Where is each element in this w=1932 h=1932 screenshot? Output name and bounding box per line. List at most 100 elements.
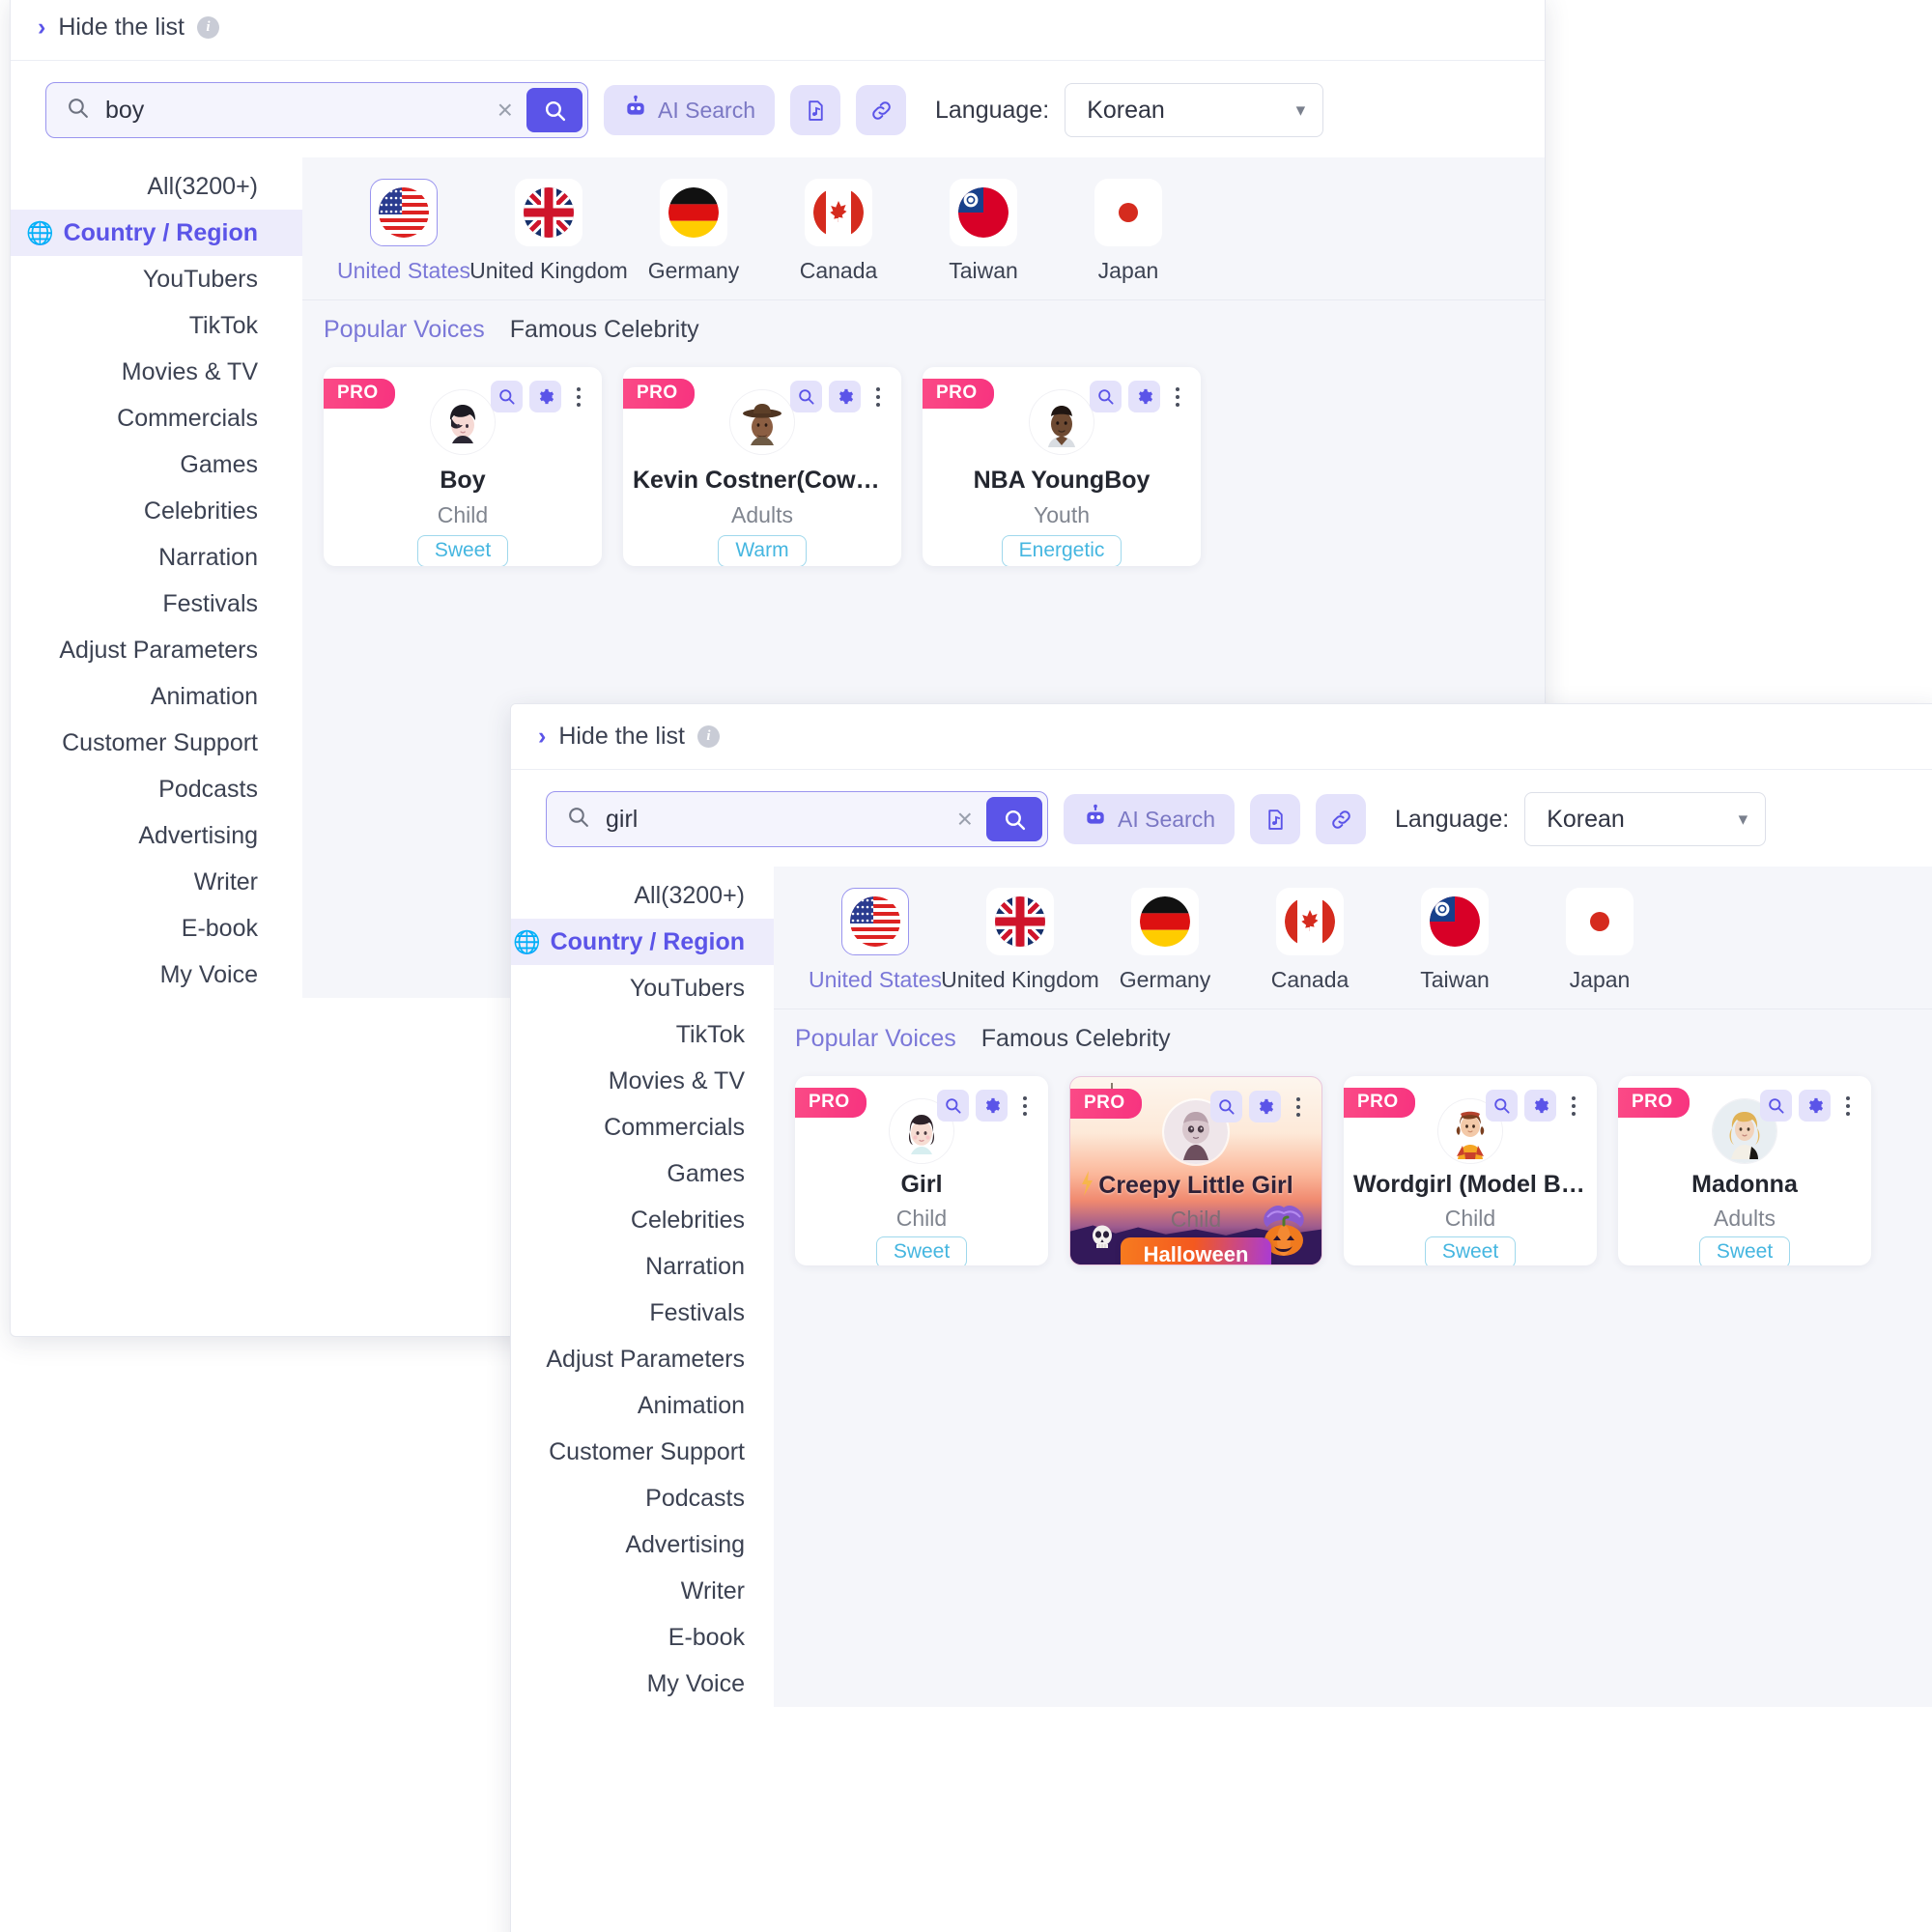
sidebar-item-games[interactable]: Games: [511, 1151, 774, 1197]
sidebar-item-movies-tv[interactable]: Movies & TV: [11, 349, 302, 395]
tab-famous-celebrity[interactable]: Famous Celebrity: [981, 1025, 1171, 1053]
sidebar-item-commercials[interactable]: Commercials: [511, 1104, 774, 1151]
voice-card[interactable]: PRO Boy Child Sweet: [324, 367, 602, 566]
sidebar-item-country-region[interactable]: 🌐 Country / Region: [511, 919, 774, 965]
country-option-united-kingdom[interactable]: United Kingdom: [469, 179, 628, 284]
country-option-germany[interactable]: Germany: [1093, 888, 1237, 993]
tab-popular-voices[interactable]: Popular Voices: [324, 316, 485, 344]
info-icon[interactable]: i: [696, 725, 720, 748]
preview-search-icon[interactable]: [1760, 1090, 1792, 1122]
sidebar-item-country-region[interactable]: 🌐 Country / Region: [11, 210, 302, 256]
link-icon[interactable]: [856, 85, 906, 135]
more-options-icon[interactable]: [1563, 1090, 1584, 1122]
link-icon[interactable]: [1316, 794, 1366, 844]
sidebar-item-podcasts[interactable]: Podcasts: [11, 766, 302, 812]
country-option-united-states[interactable]: United States: [803, 888, 948, 993]
gear-icon[interactable]: [1799, 1090, 1831, 1122]
search-submit-button[interactable]: [526, 88, 582, 132]
sidebar-item-customer-support[interactable]: Customer Support: [11, 720, 302, 766]
sidebar-item-commercials[interactable]: Commercials: [11, 395, 302, 441]
music-file-icon[interactable]: [1250, 794, 1300, 844]
ai-search-button[interactable]: AI Search: [604, 85, 775, 135]
sidebar-item-festivals[interactable]: Festivals: [511, 1290, 774, 1336]
clear-icon[interactable]: ×: [497, 97, 513, 124]
music-file-icon[interactable]: [790, 85, 840, 135]
voice-card[interactable]: PRO Girl Child Sweet: [795, 1076, 1048, 1265]
preview-search-icon[interactable]: [937, 1090, 969, 1122]
preview-search-icon[interactable]: [790, 381, 822, 412]
voice-card[interactable]: PRO Madonna Adults Sweet: [1618, 1076, 1871, 1265]
info-icon[interactable]: i: [196, 16, 219, 39]
country-option-canada[interactable]: Canada: [1237, 888, 1382, 993]
search-box[interactable]: ×: [45, 82, 588, 138]
sidebar-item-celebrities[interactable]: Celebrities: [11, 488, 302, 534]
gear-icon[interactable]: [529, 381, 561, 412]
sidebar-item-e-book[interactable]: E-book: [511, 1614, 774, 1661]
country-option-united-states[interactable]: United States: [331, 179, 476, 284]
country-option-japan[interactable]: Japan: [1527, 888, 1672, 993]
more-options-icon[interactable]: [1167, 381, 1188, 412]
sidebar-item-celebrities[interactable]: Celebrities: [511, 1197, 774, 1243]
sidebar-item-my-voice[interactable]: My Voice: [11, 952, 302, 998]
sidebar-item-e-book[interactable]: E-book: [11, 905, 302, 952]
search-input[interactable]: [606, 805, 957, 834]
voice-card[interactable]: PRO Kevin Costner(Cowbo… Adults Warm: [623, 367, 901, 566]
more-options-icon[interactable]: [1288, 1091, 1309, 1122]
tab-popular-voices[interactable]: Popular Voices: [795, 1025, 956, 1053]
country-option-taiwan[interactable]: Taiwan: [911, 179, 1056, 284]
search-box[interactable]: ×: [546, 791, 1048, 847]
clear-icon[interactable]: ×: [957, 806, 973, 833]
voice-card[interactable]: PRO Creepy Little Girl Child Halloween: [1069, 1076, 1322, 1265]
country-option-germany[interactable]: Germany: [621, 179, 766, 284]
preview-search-icon[interactable]: [1090, 381, 1122, 412]
more-options-icon[interactable]: [568, 381, 589, 412]
sidebar-item-tiktok[interactable]: TikTok: [11, 302, 302, 349]
sidebar-item-advertising[interactable]: Advertising: [511, 1521, 774, 1568]
more-options-icon[interactable]: [1837, 1090, 1859, 1122]
sidebar-item-narration[interactable]: Narration: [11, 534, 302, 581]
sidebar-item-all-3200[interactable]: All(3200+): [511, 872, 774, 919]
gear-icon[interactable]: [1524, 1090, 1556, 1122]
language-select[interactable]: Korean ▾: [1065, 83, 1324, 137]
preview-search-icon[interactable]: [1486, 1090, 1518, 1122]
voice-card[interactable]: PRO NBA YoungBoy Youth Energetic: [923, 367, 1201, 566]
more-options-icon[interactable]: [867, 381, 889, 412]
sidebar-item-tiktok[interactable]: TikTok: [511, 1011, 774, 1058]
country-option-japan[interactable]: Japan: [1056, 179, 1201, 284]
gear-icon[interactable]: [976, 1090, 1008, 1122]
ai-search-button[interactable]: AI Search: [1064, 794, 1235, 844]
sidebar-item-movies-tv[interactable]: Movies & TV: [511, 1058, 774, 1104]
country-option-united-kingdom[interactable]: United Kingdom: [941, 888, 1099, 993]
sidebar-item-games[interactable]: Games: [11, 441, 302, 488]
gear-icon[interactable]: [1249, 1091, 1281, 1122]
preview-search-icon[interactable]: [1210, 1091, 1242, 1122]
sidebar-item-all-3200[interactable]: All(3200+): [11, 163, 302, 210]
search-submit-button[interactable]: [986, 797, 1042, 841]
hide-list-bar[interactable]: › Hide the list i: [511, 704, 1932, 770]
hide-list-bar[interactable]: › Hide the list i: [11, 0, 1545, 61]
sidebar-item-writer[interactable]: Writer: [11, 859, 302, 905]
sidebar-item-adjust-parameters[interactable]: Adjust Parameters: [11, 627, 302, 673]
more-options-icon[interactable]: [1014, 1090, 1036, 1122]
sidebar-item-my-voice[interactable]: My Voice: [511, 1661, 774, 1707]
voice-card[interactable]: PRO Wordgirl (Model By W… Child Sweet: [1344, 1076, 1597, 1265]
gear-icon[interactable]: [829, 381, 861, 412]
sidebar-item-youtubers[interactable]: YouTubers: [11, 256, 302, 302]
sidebar-item-advertising[interactable]: Advertising: [11, 812, 302, 859]
sidebar-item-youtubers[interactable]: YouTubers: [511, 965, 774, 1011]
sidebar-item-customer-support[interactable]: Customer Support: [511, 1429, 774, 1475]
preview-search-icon[interactable]: [491, 381, 523, 412]
tab-famous-celebrity[interactable]: Famous Celebrity: [510, 316, 699, 344]
country-option-taiwan[interactable]: Taiwan: [1382, 888, 1527, 993]
country-option-canada[interactable]: Canada: [766, 179, 911, 284]
sidebar-item-animation[interactable]: Animation: [511, 1382, 774, 1429]
sidebar-item-podcasts[interactable]: Podcasts: [511, 1475, 774, 1521]
sidebar-item-animation[interactable]: Animation: [11, 673, 302, 720]
sidebar-item-festivals[interactable]: Festivals: [11, 581, 302, 627]
language-select[interactable]: Korean ▾: [1524, 792, 1767, 846]
search-input[interactable]: [105, 96, 497, 125]
sidebar-item-writer[interactable]: Writer: [511, 1568, 774, 1614]
sidebar-item-narration[interactable]: Narration: [511, 1243, 774, 1290]
gear-icon[interactable]: [1128, 381, 1160, 412]
sidebar-item-adjust-parameters[interactable]: Adjust Parameters: [511, 1336, 774, 1382]
